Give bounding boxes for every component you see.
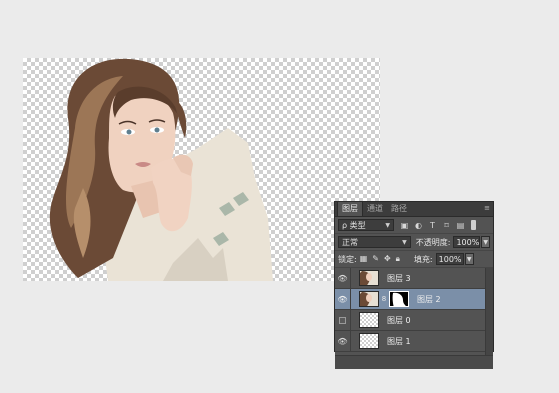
- fill-input[interactable]: 100%: [435, 253, 464, 265]
- mask-link-icon[interactable]: 8: [380, 293, 388, 305]
- layer-name: 图层 3: [387, 273, 411, 283]
- visibility-toggle[interactable]: [335, 309, 351, 331]
- layer-name: 图层 0: [387, 315, 411, 325]
- layer-row[interactable]: 图层 0: [335, 309, 493, 331]
- filter-kind-select[interactable]: ρ 类型 ▼: [338, 219, 394, 231]
- layer-thumbnail: [359, 333, 379, 349]
- visibility-toggle[interactable]: 👁︎: [335, 288, 351, 310]
- eye-icon: 👁︎: [337, 273, 348, 283]
- lock-label: 锁定:: [338, 254, 357, 264]
- layers-scrollbar[interactable]: [485, 268, 493, 355]
- layer-name: 图层 1: [387, 336, 411, 346]
- panel-footer: [335, 355, 493, 369]
- layers-panel: 图层 通道 路径 ≡ ρ 类型 ▼ ▣ ◐ T ⌑ ▤ 正常 ▼ 不透明度: 1…: [334, 201, 494, 369]
- blend-mode-value: 正常: [342, 237, 358, 247]
- adjustment-filter-icon[interactable]: ◐: [414, 221, 423, 230]
- smart-object-filter-icon[interactable]: ▤: [456, 221, 465, 230]
- layer-mask-thumbnail[interactable]: [389, 291, 409, 307]
- lock-all-icon[interactable]: 🔒︎: [396, 254, 400, 264]
- eye-icon: 👁︎: [337, 336, 348, 346]
- layer-thumbnail: [359, 312, 379, 328]
- opacity-label: 不透明度:: [415, 237, 451, 247]
- filter-kind-label: ρ 类型: [342, 220, 366, 230]
- fill-slider-button[interactable]: ▼: [464, 253, 474, 265]
- eye-icon: 👁︎: [337, 294, 348, 304]
- hidden-visibility-icon: [339, 316, 346, 324]
- filter-toggle[interactable]: [471, 220, 476, 230]
- tab-channels[interactable]: 通道: [363, 202, 387, 216]
- layer-thumbnail: [359, 291, 379, 307]
- visibility-toggle[interactable]: 👁︎: [335, 267, 351, 289]
- document-canvas[interactable]: [23, 58, 380, 281]
- tab-layers[interactable]: 图层: [337, 201, 363, 216]
- shape-filter-icon[interactable]: ⌑: [442, 221, 451, 230]
- lock-transparency-icon[interactable]: ▦: [360, 254, 368, 264]
- panel-menu-icon[interactable]: ≡: [484, 205, 490, 212]
- layers-list: 👁︎ 图层 3 👁︎ 8 图层 2 图层 0 👁︎ 图层 1: [335, 267, 493, 355]
- image-filter-icon[interactable]: ▣: [400, 221, 409, 230]
- layer-name: 图层 2: [417, 294, 441, 304]
- layer-thumbnail: [359, 270, 379, 286]
- chevron-down-icon: ▼: [385, 221, 390, 229]
- chevron-down-icon: ▼: [402, 238, 407, 246]
- lock-paint-icon[interactable]: ✎: [372, 254, 379, 264]
- lock-position-icon[interactable]: ✥: [384, 254, 391, 264]
- layer-row[interactable]: 👁︎ 图层 3: [335, 267, 493, 289]
- visibility-toggle[interactable]: 👁︎: [335, 330, 351, 352]
- lock-row: 锁定: ▦ ✎ ✥ 🔒︎ 填充: 100% ▼: [335, 251, 493, 268]
- portrait-cutout-image: [49, 58, 273, 281]
- layer-row[interactable]: 👁︎ 图层 1: [335, 330, 493, 352]
- opacity-slider-button[interactable]: ▼: [481, 236, 490, 248]
- fill-label: 填充:: [413, 254, 433, 264]
- layer-row-selected[interactable]: 👁︎ 8 图层 2: [335, 288, 493, 310]
- filter-row: ρ 类型 ▼ ▣ ◐ T ⌑ ▤: [335, 217, 493, 234]
- blend-row: 正常 ▼ 不透明度: 100% ▼: [335, 234, 493, 251]
- panel-tabs: 图层 通道 路径: [335, 201, 493, 217]
- blend-mode-select[interactable]: 正常 ▼: [338, 236, 411, 248]
- tab-paths[interactable]: 路径: [387, 202, 411, 216]
- type-filter-icon[interactable]: T: [428, 221, 437, 230]
- opacity-input[interactable]: 100%: [453, 236, 481, 248]
